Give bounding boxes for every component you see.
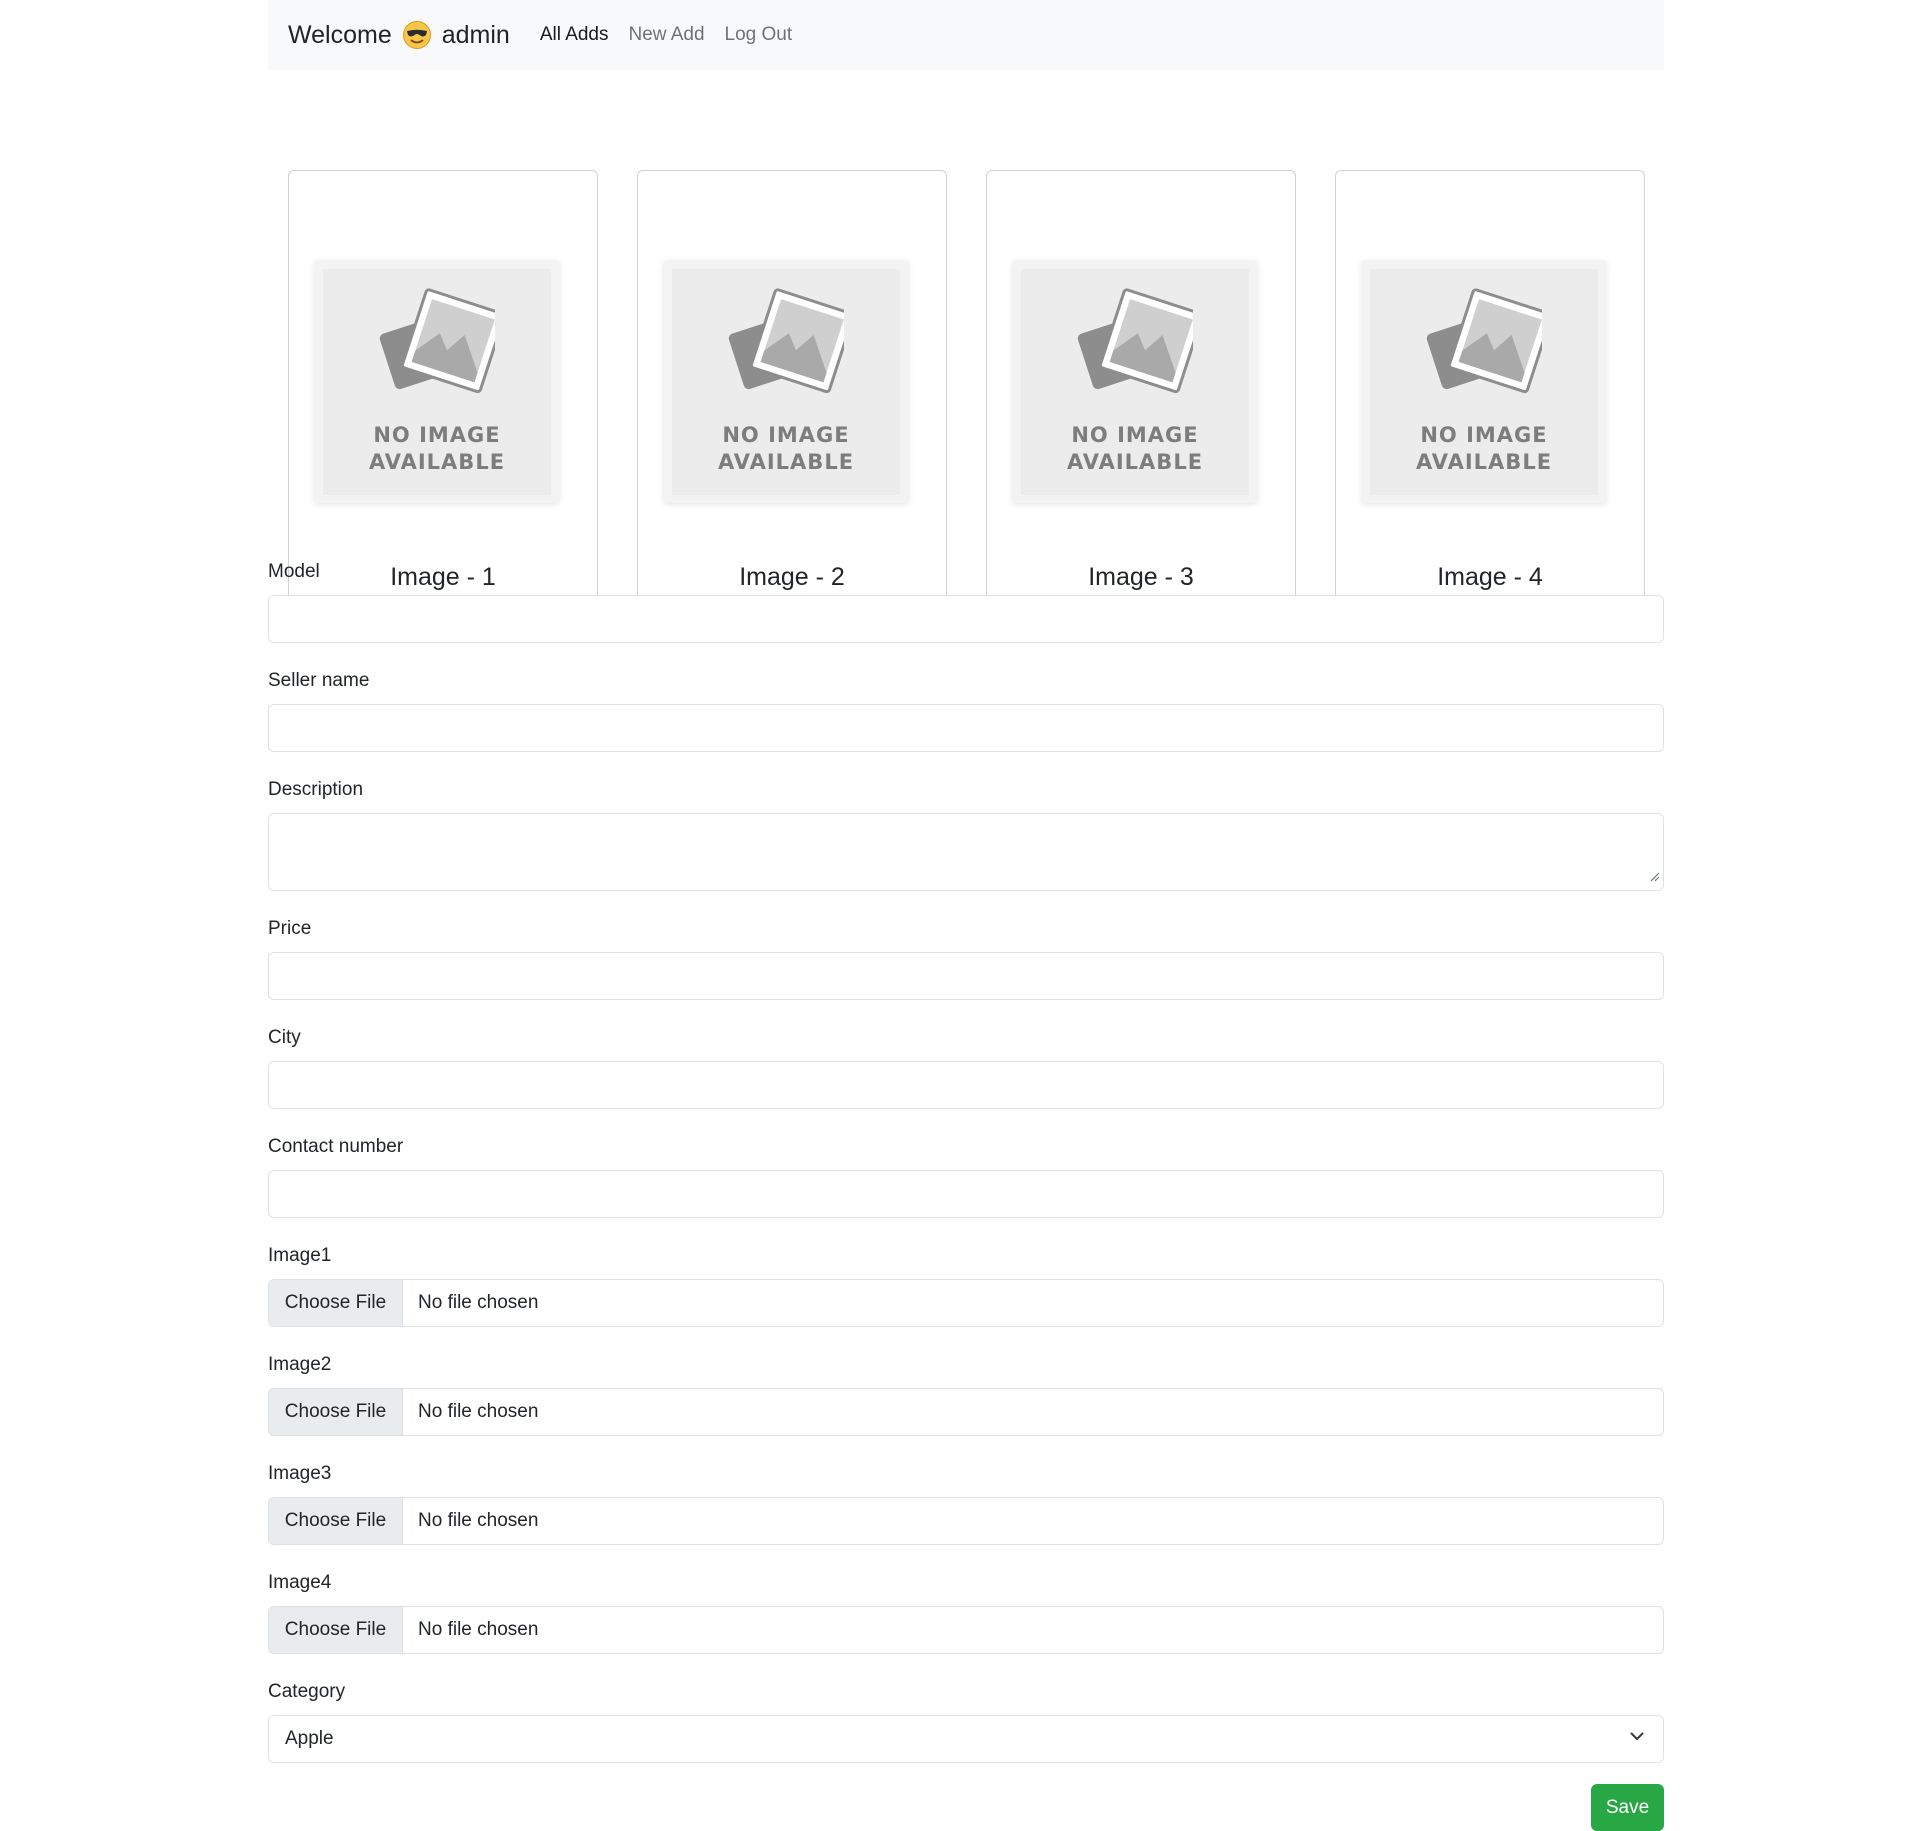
city-input[interactable] bbox=[268, 1061, 1664, 1109]
price-label: Price bbox=[268, 918, 312, 939]
image3-file-input[interactable]: Choose File No file chosen bbox=[268, 1497, 1664, 1545]
choose-file-button[interactable]: Choose File bbox=[269, 1280, 403, 1326]
nav-link-log-out[interactable]: Log Out bbox=[725, 24, 793, 46]
image2-field: Image2 Choose File No file chosen bbox=[268, 1353, 1664, 1436]
username-text: admin bbox=[441, 20, 510, 49]
placeholder-text-line1: NO IMAGE bbox=[373, 423, 501, 447]
placeholder-text-line2: AVAILABLE bbox=[717, 450, 855, 474]
placeholder-text-line1: NO IMAGE bbox=[722, 423, 850, 447]
description-textarea[interactable] bbox=[268, 813, 1664, 891]
file-status-text: No file chosen bbox=[418, 1401, 539, 1422]
contact-number-field: Contact number bbox=[268, 1135, 1664, 1218]
welcome-brand[interactable]: Welcome admin bbox=[288, 20, 510, 50]
price-field: Price bbox=[268, 917, 1664, 1000]
image1-label: Image1 bbox=[268, 1245, 332, 1266]
city-label: City bbox=[268, 1027, 301, 1048]
category-field: Category Apple bbox=[268, 1680, 1664, 1763]
save-button[interactable]: Save bbox=[1591, 1784, 1664, 1831]
description-label: Description bbox=[268, 779, 364, 800]
model-input[interactable] bbox=[268, 595, 1664, 643]
navbar: Welcome admin All Adds New Add Log Out bbox=[268, 0, 1664, 70]
no-image-placeholder: NO IMAGE AVAILABLE bbox=[1013, 261, 1257, 503]
image2-label: Image2 bbox=[268, 1354, 332, 1375]
choose-file-button[interactable]: Choose File bbox=[269, 1498, 403, 1544]
image4-label: Image4 bbox=[268, 1572, 332, 1593]
category-select[interactable]: Apple bbox=[268, 1715, 1664, 1763]
placeholder-text-line1: NO IMAGE bbox=[1071, 423, 1199, 447]
file-status-text: No file chosen bbox=[418, 1619, 539, 1640]
image1-field: Image1 Choose File No file chosen bbox=[268, 1244, 1664, 1327]
choose-file-button[interactable]: Choose File bbox=[269, 1389, 403, 1435]
resize-grip-icon[interactable] bbox=[1650, 869, 1660, 887]
page-container: Welcome admin All Adds New Add Log Out N… bbox=[268, 0, 1664, 1831]
image4-field: Image4 Choose File No file chosen bbox=[268, 1571, 1664, 1654]
new-add-form: Model Seller name Description Price City… bbox=[268, 560, 1664, 1831]
description-field: Description bbox=[268, 778, 1664, 891]
no-image-photo-icon bbox=[375, 287, 506, 402]
no-image-photo-icon bbox=[724, 287, 855, 402]
no-image-photo-icon bbox=[1073, 287, 1204, 402]
welcome-text: Welcome bbox=[288, 20, 392, 49]
placeholder-text-line2: AVAILABLE bbox=[1066, 450, 1204, 474]
seller-name-input[interactable] bbox=[268, 704, 1664, 752]
model-field: Model bbox=[268, 560, 1664, 643]
placeholder-text-line1: NO IMAGE bbox=[1420, 423, 1548, 447]
placeholder-text-line2: AVAILABLE bbox=[368, 450, 506, 474]
file-status-text: No file chosen bbox=[418, 1510, 539, 1531]
no-image-placeholder: NO IMAGE AVAILABLE bbox=[1362, 261, 1606, 503]
no-image-placeholder: NO IMAGE AVAILABLE bbox=[315, 261, 559, 503]
image3-field: Image3 Choose File No file chosen bbox=[268, 1462, 1664, 1545]
category-selected-value: Apple bbox=[285, 1728, 334, 1749]
no-image-placeholder: NO IMAGE AVAILABLE bbox=[664, 261, 908, 503]
nav-link-new-add[interactable]: New Add bbox=[629, 24, 705, 46]
price-input[interactable] bbox=[268, 952, 1664, 1000]
chevron-down-icon bbox=[1629, 1728, 1645, 1750]
image3-label: Image3 bbox=[268, 1463, 332, 1484]
category-label: Category bbox=[268, 1681, 346, 1702]
contact-number-input[interactable] bbox=[268, 1170, 1664, 1218]
image2-file-input[interactable]: Choose File No file chosen bbox=[268, 1388, 1664, 1436]
model-label: Model bbox=[268, 561, 320, 582]
image1-file-input[interactable]: Choose File No file chosen bbox=[268, 1279, 1664, 1327]
file-status-text: No file chosen bbox=[418, 1292, 539, 1313]
contact-number-label: Contact number bbox=[268, 1136, 404, 1157]
choose-file-button[interactable]: Choose File bbox=[269, 1607, 403, 1653]
form-actions: Save bbox=[268, 1784, 1664, 1831]
city-field: City bbox=[268, 1026, 1664, 1109]
no-image-photo-icon bbox=[1422, 287, 1553, 402]
seller-name-field: Seller name bbox=[268, 669, 1664, 752]
placeholder-text-line2: AVAILABLE bbox=[1415, 450, 1553, 474]
image4-file-input[interactable]: Choose File No file chosen bbox=[268, 1606, 1664, 1654]
image-cards-row: NO IMAGE AVAILABLE Image - 1 NO IMAGE AV… bbox=[268, 70, 1664, 634]
seller-name-label: Seller name bbox=[268, 670, 370, 691]
nav-link-all-adds[interactable]: All Adds bbox=[540, 24, 609, 46]
sunglasses-emoji-icon bbox=[402, 20, 432, 50]
